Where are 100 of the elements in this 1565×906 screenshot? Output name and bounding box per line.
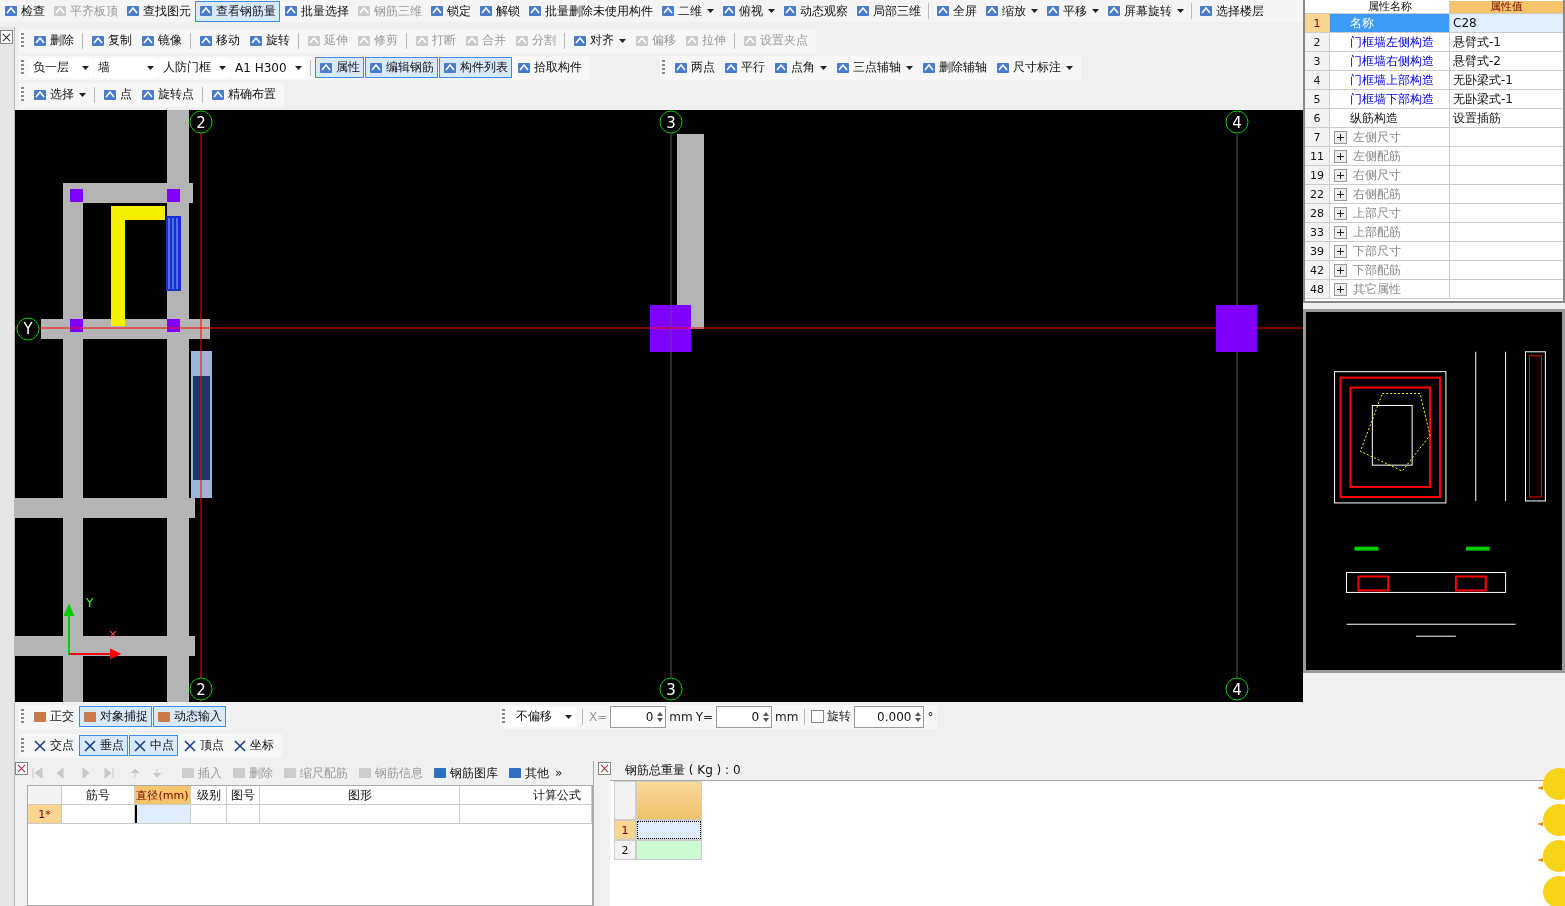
close-icon[interactable] <box>0 30 13 44</box>
toolbar-button[interactable]: 选择 <box>29 84 90 105</box>
expand-icon[interactable] <box>1334 263 1347 277</box>
toolbar-button[interactable]: 删除 <box>29 30 78 51</box>
more-button[interactable]: » <box>555 766 563 780</box>
table-cell[interactable] <box>636 840 702 860</box>
dropdown[interactable]: 人防门框 <box>159 57 230 78</box>
toolbar-button[interactable]: 镜像 <box>137 30 186 51</box>
toolbar-button[interactable]: 交点 <box>29 735 78 756</box>
toolbar-button[interactable]: 查找图元 <box>122 0 195 22</box>
dropdown[interactable]: A1 H300 <box>231 57 306 78</box>
toolbar-button[interactable]: 编辑钢筋 <box>364 57 438 78</box>
column-header[interactable]: 直径(mm) <box>135 786 191 804</box>
toolbar-button[interactable]: 二维 <box>657 0 718 22</box>
toolbar-button[interactable]: 复制 <box>87 30 136 51</box>
table-cell[interactable] <box>636 820 702 840</box>
spinner-icon[interactable] <box>915 710 922 723</box>
property-value[interactable]: 悬臂式-2 <box>1450 52 1563 70</box>
property-name[interactable]: 门框墙左侧构造 <box>1330 33 1450 51</box>
toolbar-button[interactable]: 旋转点 <box>137 84 198 105</box>
property-name[interactable]: 左侧配筋 <box>1330 147 1450 165</box>
property-name[interactable]: 右侧配筋 <box>1330 185 1450 203</box>
toolbar-button[interactable]: 点 <box>99 84 136 105</box>
property-name[interactable]: 门框墙右侧构造 <box>1330 52 1450 70</box>
close-icon[interactable] <box>15 762 28 775</box>
expand-icon[interactable] <box>1334 187 1347 201</box>
property-name[interactable]: 上部尺寸 <box>1330 204 1450 222</box>
expand-icon[interactable] <box>1334 282 1347 296</box>
toolbar-button[interactable]: 批量删除未使用构件 <box>524 0 657 22</box>
x-field[interactable]: 0 <box>610 705 667 728</box>
toolbar-button[interactable]: 两点 <box>669 57 719 78</box>
spinner-icon[interactable] <box>763 710 770 723</box>
toolbar-button[interactable]: 平行 <box>719 57 769 78</box>
toolbar-button[interactable]: 缩放 <box>981 0 1042 22</box>
toolbar-button[interactable]: 平移 <box>1042 0 1103 22</box>
toolbar-button[interactable]: 锁定 <box>426 0 475 22</box>
toolbar-button[interactable]: 钢筋图库 <box>429 762 502 784</box>
toolbar-button[interactable]: 坐标 <box>229 735 278 756</box>
property-name[interactable]: 下部配筋 <box>1330 261 1450 279</box>
property-name[interactable]: 上部配筋 <box>1330 223 1450 241</box>
toolbar-button[interactable]: 尺寸标注 <box>991 57 1077 78</box>
property-name[interactable]: 门框墙上部构造 <box>1330 71 1450 89</box>
toolbar-button[interactable]: 属性 <box>314 57 364 78</box>
expand-icon[interactable] <box>1334 244 1347 258</box>
expand-icon[interactable] <box>1334 206 1347 220</box>
toolbar-button[interactable]: 解锁 <box>475 0 524 22</box>
toolbar-button[interactable]: 其他 <box>504 762 553 784</box>
property-value[interactable]: 无卧梁式-1 <box>1450 90 1563 108</box>
toolbar-button[interactable]: 对齐 <box>569 30 630 51</box>
close-icon[interactable] <box>598 762 611 775</box>
toolbar-button[interactable]: 动态输入 <box>153 706 226 727</box>
spinner-icon[interactable] <box>657 710 664 723</box>
toolbar-button[interactable]: 批量选择 <box>280 0 353 22</box>
toolbar-button[interactable]: 正交 <box>29 706 78 727</box>
toolbar-button[interactable]: 三点辅轴 <box>831 57 917 78</box>
property-value[interactable]: 设置插筋 <box>1450 109 1563 127</box>
toolbar-button[interactable]: 旋转 <box>245 30 294 51</box>
column-header[interactable]: 图号 <box>227 786 260 804</box>
property-name[interactable]: 纵筋构造 <box>1330 109 1450 127</box>
toolbar-button[interactable]: 顶点 <box>179 735 228 756</box>
column-header[interactable]: 计算公式 <box>460 786 592 804</box>
dropdown[interactable]: 不偏移 <box>512 706 576 727</box>
grip-point[interactable] <box>167 189 180 202</box>
property-value[interactable]: 无卧梁式-1 <box>1450 71 1563 89</box>
toolbar-button[interactable]: 垂点 <box>79 735 128 756</box>
toolbar-button[interactable]: 选择楼层 <box>1195 0 1268 22</box>
toolbar-button[interactable]: 屏幕旋转 <box>1103 0 1188 22</box>
property-name[interactable]: 左侧尺寸 <box>1330 128 1450 146</box>
expand-icon[interactable] <box>1334 130 1347 144</box>
column-header[interactable]: 图形 <box>260 786 460 804</box>
expand-icon[interactable] <box>1334 225 1347 239</box>
toolbar-button[interactable]: 动态观察 <box>779 0 852 22</box>
toolbar-button[interactable]: 对象捕捉 <box>79 706 152 727</box>
table-cell[interactable] <box>135 805 191 823</box>
toolbar-button[interactable]: 精确布置 <box>207 84 280 105</box>
toolbar-button[interactable]: 构件列表 <box>438 57 512 78</box>
toolbar-button[interactable]: 移动 <box>195 30 244 51</box>
property-name[interactable]: 门框墙下部构造 <box>1330 90 1450 108</box>
toolbar-button[interactable]: 检查 <box>0 0 49 22</box>
toolbar-button[interactable]: 俯视 <box>718 0 779 22</box>
property-value[interactable]: C28 <box>1450 14 1563 32</box>
toolbar-button[interactable]: 点角 <box>769 57 831 78</box>
property-name[interactable]: 右侧尺寸 <box>1330 166 1450 184</box>
rotate-checkbox[interactable] <box>811 710 825 723</box>
toolbar-button[interactable]: 中点 <box>129 735 178 756</box>
expand-icon[interactable] <box>1334 168 1347 182</box>
property-name[interactable]: 其它属性 <box>1330 280 1450 298</box>
angle-field[interactable]: 0.000 <box>854 705 925 728</box>
toolbar-button[interactable]: 查看钢筋量 <box>195 0 280 22</box>
toolbar-button[interactable]: 局部三维 <box>852 0 925 22</box>
toolbar-button[interactable]: 拾取构件 <box>512 57 586 78</box>
dropdown[interactable]: 墙 <box>94 57 158 78</box>
column-header[interactable]: 级别 <box>191 786 227 804</box>
property-name[interactable]: 下部尺寸 <box>1330 242 1450 260</box>
dropdown[interactable]: 负一层 <box>29 57 93 78</box>
property-value[interactable]: 悬臂式-1 <box>1450 33 1563 51</box>
expand-icon[interactable] <box>1334 149 1347 163</box>
toolbar-button[interactable]: 全屏 <box>932 0 981 22</box>
y-field[interactable]: 0 <box>716 705 773 728</box>
grip-point[interactable] <box>70 189 83 202</box>
